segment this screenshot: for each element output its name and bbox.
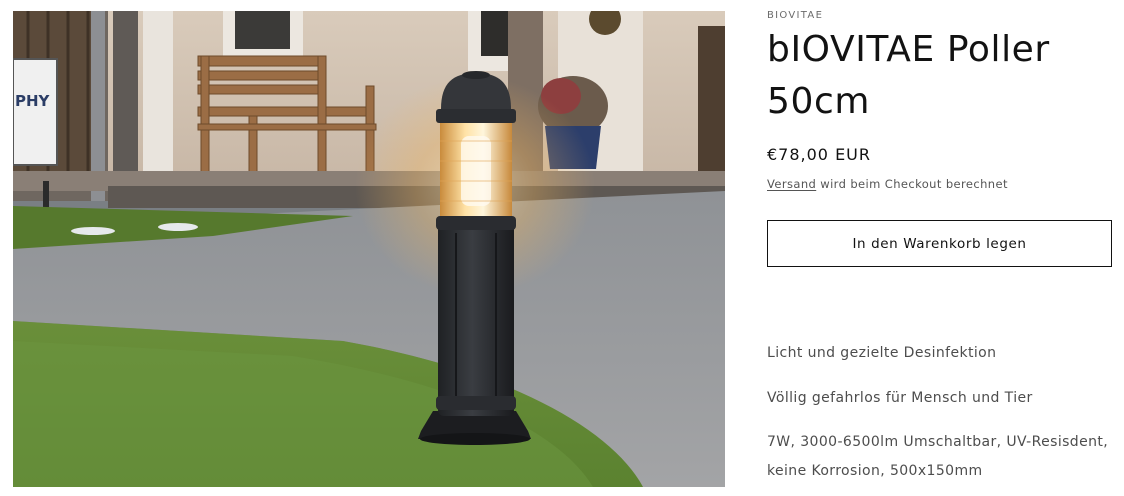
bollard-lamp-photo: PHY	[13, 11, 725, 487]
shipping-note-text: wird beim Checkout berechnet	[816, 177, 1008, 191]
description-line: Licht und gezielte Desinfektion	[767, 345, 997, 361]
product-page: PHY BIOVITAE bIOVITAE Poller 50cm €78,00…	[0, 0, 1124, 496]
vendor-label: BIOVITAE	[767, 10, 824, 21]
shipping-link[interactable]: Versand	[767, 177, 816, 191]
add-to-cart-button[interactable]: In den Warenkorb legen	[767, 220, 1112, 267]
shipping-note: Versand wird beim Checkout berechnet	[767, 177, 1008, 191]
product-price: €78,00 EUR	[767, 145, 872, 164]
description-line: 7W, 3000-6500lm Umschaltbar, UV-Resisden…	[767, 434, 1109, 450]
product-title: bIOVITAE Poller 50cm	[767, 29, 1050, 122]
description-line: Völlig gefahrlos für Mensch und Tier	[767, 390, 1033, 406]
product-image[interactable]: PHY	[13, 11, 725, 487]
description-line: keine Korrosion, 500x150mm	[767, 463, 983, 479]
sign-text: PHY	[15, 92, 51, 110]
